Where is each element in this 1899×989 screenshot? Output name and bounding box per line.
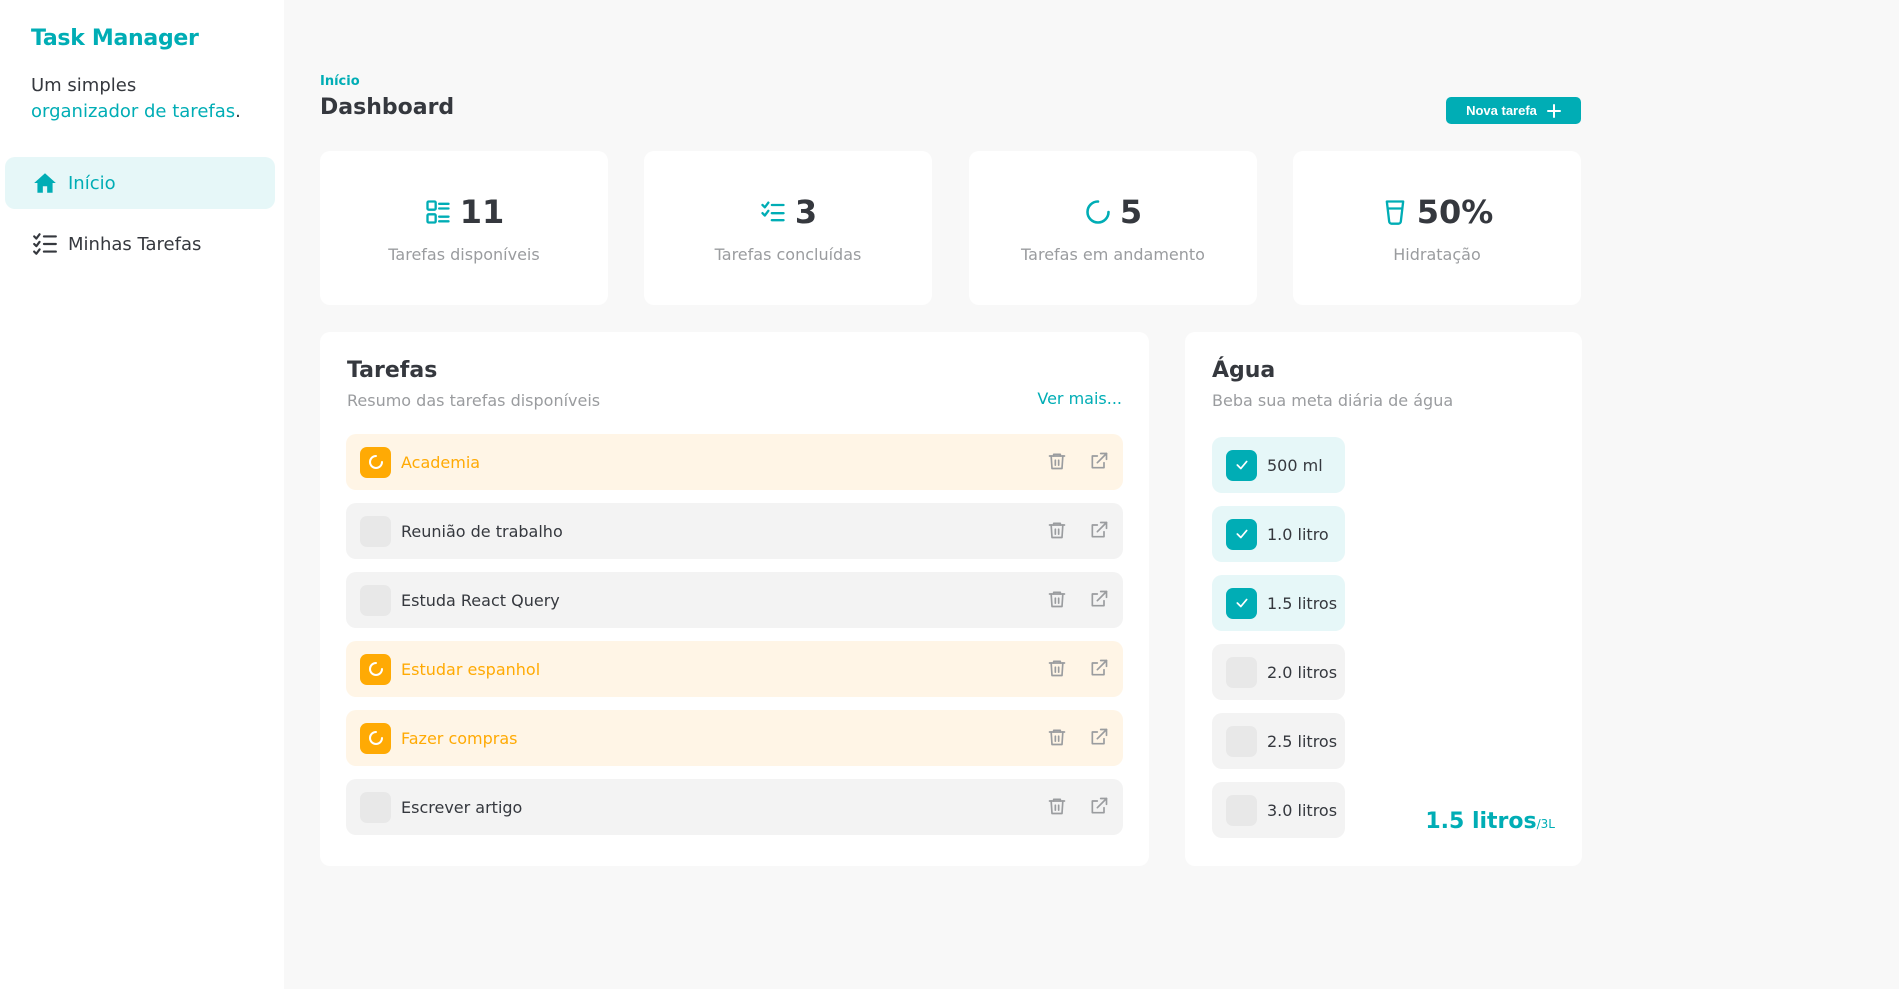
task-row[interactable]: Fazer compras	[346, 710, 1123, 766]
water-item[interactable]: 1.5 litros	[1212, 575, 1345, 631]
sidebar: Task Manager Um simples organizador de t…	[0, 0, 284, 989]
glass-water-icon	[1385, 199, 1405, 225]
water-checkbox[interactable]	[1226, 725, 1257, 757]
brand-title: Task Manager	[31, 26, 199, 51]
task-list-icon	[426, 199, 450, 224]
stat-value: 50%	[1416, 192, 1494, 231]
check-icon	[1235, 460, 1248, 470]
task-name: Academia	[401, 452, 481, 472]
task-row[interactable]: Estuda React Query	[346, 572, 1123, 628]
tasks-panel: Tarefas Resumo das tarefas disponíveis V…	[320, 332, 1149, 866]
new-task-button[interactable]: Nova tarefa	[1446, 97, 1581, 124]
water-label: 1.0 litro	[1267, 524, 1329, 544]
sidebar-item-label: Minhas Tarefas	[68, 233, 202, 255]
loader-icon	[368, 662, 383, 676]
water-item[interactable]: 3.0 litros	[1212, 782, 1345, 838]
water-checkbox[interactable]	[1226, 656, 1257, 688]
water-goal: /3L	[1536, 817, 1555, 831]
external-link-icon[interactable]	[1089, 727, 1109, 747]
external-link-icon[interactable]	[1089, 589, 1109, 609]
trash-icon[interactable]	[1047, 520, 1067, 540]
stat-label: Hidratação	[1393, 244, 1481, 264]
water-panel: Água Beba sua meta diária de água 500 ml…	[1185, 332, 1582, 866]
list-check-icon	[33, 233, 57, 255]
new-task-label: Nova tarefa	[1466, 103, 1537, 118]
stat-card-in-progress: 5 Tarefas em andamento	[969, 151, 1257, 305]
loader-icon	[368, 455, 383, 469]
water-label: 500 ml	[1267, 455, 1323, 475]
sidebar-item-minhas-tarefas[interactable]: Minhas Tarefas	[5, 218, 275, 270]
external-link-icon[interactable]	[1089, 451, 1109, 471]
loader-icon	[1086, 199, 1110, 224]
stat-label: Tarefas concluídas	[714, 244, 862, 264]
check-icon	[1235, 529, 1248, 539]
tagline-plain: Um simples	[31, 75, 137, 96]
water-subtitle: Beba sua meta diária de água	[1212, 391, 1454, 410]
sidebar-item-inicio[interactable]: Início	[5, 157, 275, 209]
sidebar-item-label: Início	[68, 172, 116, 194]
trash-icon[interactable]	[1047, 658, 1067, 678]
breadcrumb[interactable]: Início	[320, 74, 360, 89]
trash-icon[interactable]	[1047, 727, 1067, 747]
water-checkbox[interactable]	[1226, 518, 1257, 550]
water-total-value: 1.5 litros	[1425, 809, 1537, 834]
task-row[interactable]: Estudar espanhol	[346, 641, 1123, 697]
see-more-link[interactable]: Ver mais...	[1037, 389, 1122, 408]
tagline-end: .	[235, 101, 241, 122]
water-checkbox[interactable]	[1226, 449, 1257, 481]
stat-value: 5	[1119, 192, 1143, 231]
task-status-checkbox[interactable]	[360, 515, 391, 547]
home-icon	[34, 173, 56, 193]
tasks-subtitle: Resumo das tarefas disponíveis	[347, 391, 601, 410]
stat-card-hydration: 50% Hidratação	[1293, 151, 1581, 305]
task-status-checkbox[interactable]	[360, 653, 391, 685]
plus-icon	[1546, 103, 1561, 118]
stat-label: Tarefas disponíveis	[388, 244, 540, 264]
water-total: 1.5 litros/3L	[1425, 809, 1555, 834]
external-link-icon[interactable]	[1089, 658, 1109, 678]
water-label: 2.5 litros	[1267, 731, 1338, 751]
task-row[interactable]: Academia	[346, 434, 1123, 490]
task-name: Estudar espanhol	[401, 659, 541, 679]
tagline-accent: organizador de tarefas	[31, 101, 236, 122]
tasks-title: Tarefas	[347, 358, 438, 383]
water-item[interactable]: 2.5 litros	[1212, 713, 1345, 769]
checklist-icon	[761, 201, 785, 221]
trash-icon[interactable]	[1047, 589, 1067, 609]
loader-icon	[368, 731, 383, 745]
water-checkbox[interactable]	[1226, 587, 1257, 619]
stat-value: 11	[459, 192, 505, 231]
trash-icon[interactable]	[1047, 796, 1067, 816]
stat-card-available: 11 Tarefas disponíveis	[320, 151, 608, 305]
check-icon	[1235, 598, 1248, 608]
stat-label: Tarefas em andamento	[1021, 244, 1205, 264]
water-label: 2.0 litros	[1267, 662, 1338, 682]
external-link-icon[interactable]	[1089, 796, 1109, 816]
water-item[interactable]: 500 ml	[1212, 437, 1345, 493]
external-link-icon[interactable]	[1089, 520, 1109, 540]
water-checkbox[interactable]	[1226, 794, 1257, 826]
task-status-checkbox[interactable]	[360, 446, 391, 478]
task-row[interactable]: Escrever artigo	[346, 779, 1123, 835]
task-status-checkbox[interactable]	[360, 722, 391, 754]
task-status-checkbox[interactable]	[360, 791, 391, 823]
water-item[interactable]: 1.0 litro	[1212, 506, 1345, 562]
task-row[interactable]: Reunião de trabalho	[346, 503, 1123, 559]
page-title: Dashboard	[320, 95, 455, 120]
water-label: 1.5 litros	[1267, 593, 1338, 613]
trash-icon[interactable]	[1047, 451, 1067, 471]
task-name: Estuda React Query	[401, 590, 560, 610]
task-status-checkbox[interactable]	[360, 584, 391, 616]
water-label: 3.0 litros	[1267, 800, 1338, 820]
water-item[interactable]: 2.0 litros	[1212, 644, 1345, 700]
task-name: Reunião de trabalho	[401, 521, 563, 541]
task-name: Escrever artigo	[401, 797, 523, 817]
tagline: Um simples organizador de tarefas.	[31, 73, 271, 125]
water-title: Água	[1212, 358, 1276, 383]
stat-card-completed: 3 Tarefas concluídas	[644, 151, 932, 305]
task-name: Fazer compras	[401, 728, 518, 748]
stat-value: 3	[794, 192, 818, 231]
